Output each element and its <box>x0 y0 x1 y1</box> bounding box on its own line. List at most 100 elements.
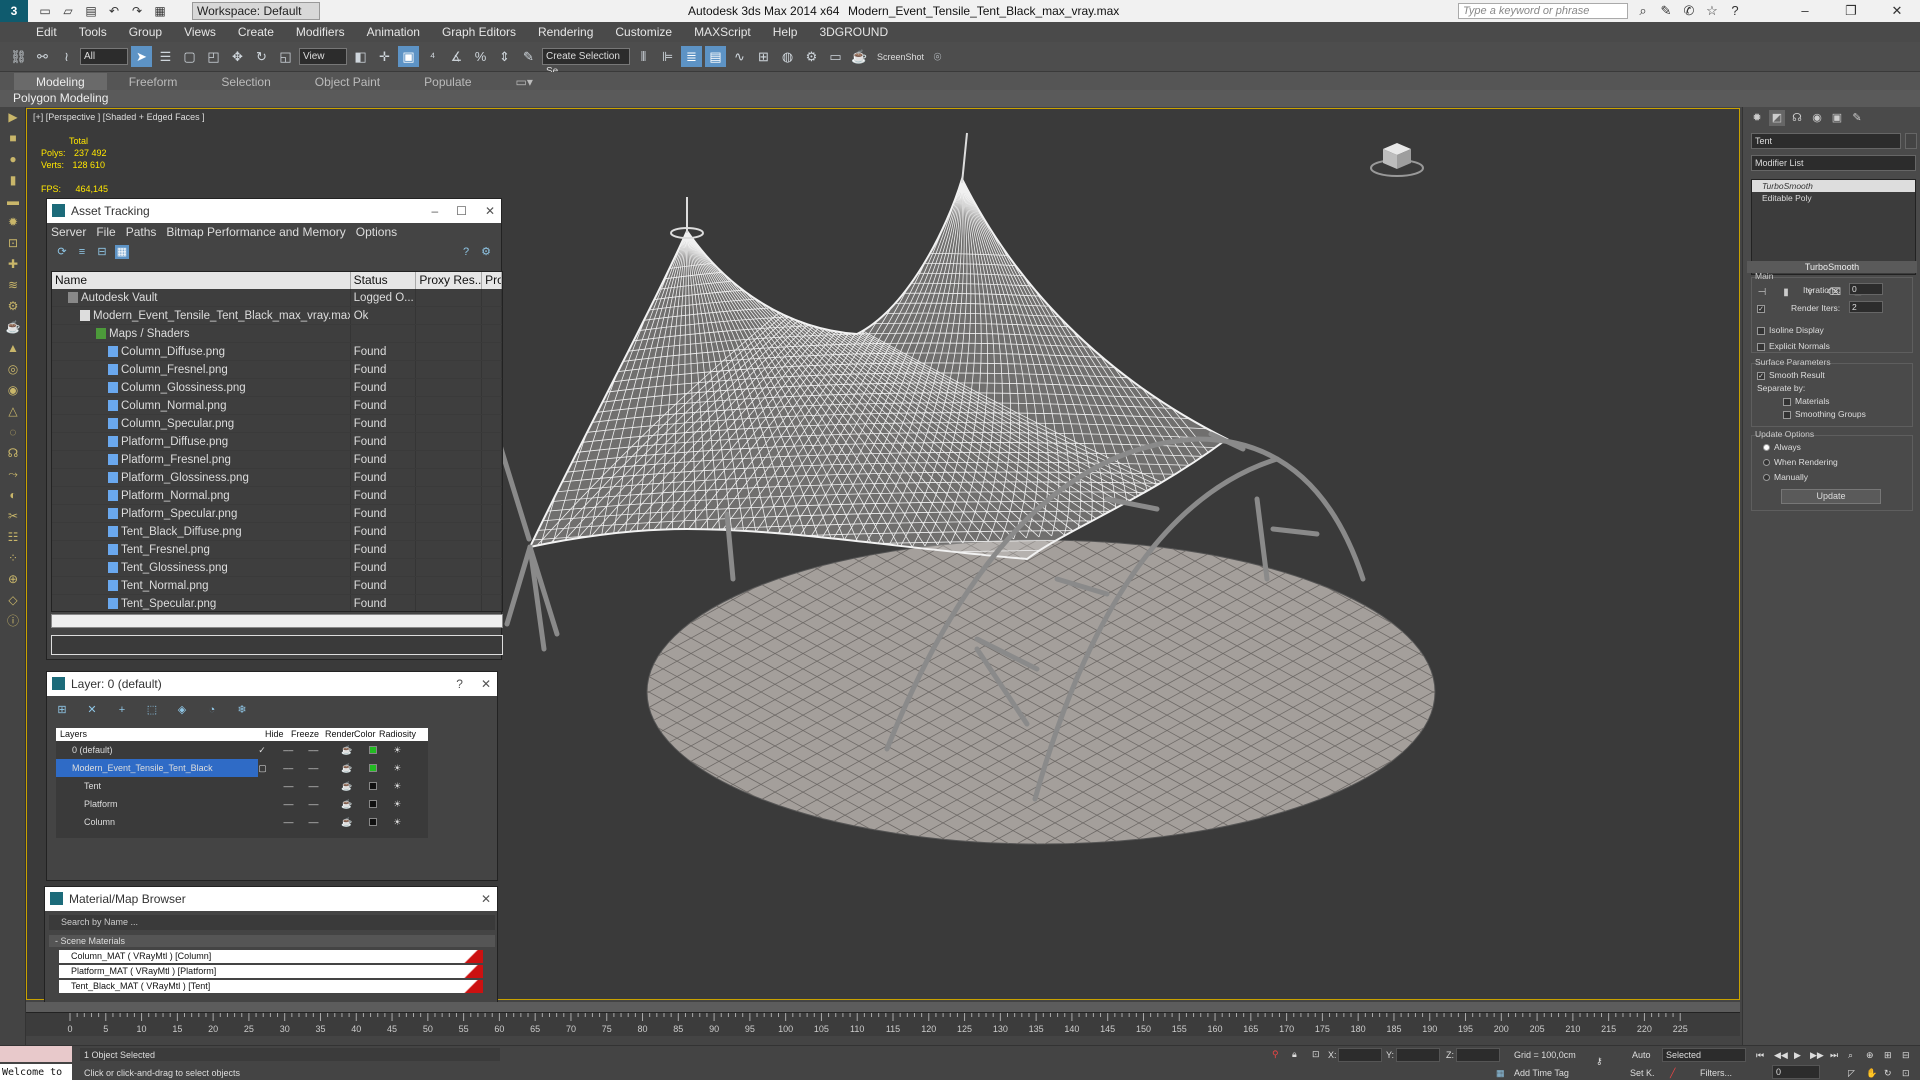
project-folder-icon[interactable]: ▦ <box>151 2 169 20</box>
zoom-extents-icon[interactable]: ⊞ <box>1884 1050 1892 1061</box>
curve-editor-icon[interactable]: ∿ <box>729 46 750 67</box>
bind-space-warp-icon[interactable]: ≀ <box>56 46 77 67</box>
active-layer-check-icon[interactable]: ✓ <box>258 741 283 759</box>
previous-frame-icon[interactable]: ◀◀ <box>1774 1050 1788 1061</box>
helper-icon[interactable]: ✚ <box>0 254 26 275</box>
close-icon[interactable]: ✕ <box>1874 0 1920 22</box>
pan-icon[interactable]: ✋ <box>1866 1068 1877 1079</box>
close-icon[interactable]: ✕ <box>481 887 491 911</box>
asset-row[interactable]: Platform_Specular.png Found <box>52 505 502 523</box>
freeze-toggle-icon[interactable]: –– <box>308 741 341 759</box>
layer-row[interactable]: Column –– –– ☕ ☀ <box>56 813 428 831</box>
asset-row[interactable]: Tent_Black_Diffuse.png Found <box>52 523 502 541</box>
key-filter-dropdown[interactable]: Selected <box>1662 1048 1746 1062</box>
scene-materials-header[interactable]: - Scene Materials <box>49 935 495 947</box>
undo-icon[interactable]: ↶ <box>105 2 123 20</box>
asset-menu-options[interactable]: Options <box>356 223 397 241</box>
zoom-extents-all-icon[interactable]: ⊟ <box>1902 1050 1910 1061</box>
freeze-all-icon[interactable]: ❄ <box>235 703 249 717</box>
render-setup-icon[interactable]: ⚙ <box>801 46 822 67</box>
asset-row[interactable]: Modern_Event_Tensile_Tent_Black_max_vray… <box>52 307 502 325</box>
ribbon-tab-freeform[interactable]: Freeform <box>107 73 200 90</box>
asset-menu-bitmap-performance-and-memory[interactable]: Bitmap Performance and Memory <box>166 223 345 241</box>
close-icon[interactable]: ✕ <box>481 672 491 696</box>
layer-row[interactable]: Tent –– –– ☕ ☀ <box>56 777 428 795</box>
isolate-selection-icon[interactable]: ⚲ <box>1272 1049 1279 1060</box>
spacewarp-icon[interactable]: ≋ <box>0 275 26 296</box>
tube-icon[interactable]: ◉ <box>0 380 26 401</box>
maxscript-listener-pink[interactable] <box>0 1046 72 1062</box>
z-coord-field[interactable] <box>1456 1048 1500 1062</box>
menu-item-create[interactable]: Create <box>238 25 274 39</box>
display-icon[interactable]: ◐ <box>0 485 26 506</box>
select-object-icon[interactable]: ➤ <box>131 46 152 67</box>
rectangular-selection-icon[interactable]: ▢ <box>179 46 200 67</box>
ribbon-tab-object-paint[interactable]: Object Paint <box>293 73 402 90</box>
info-icon[interactable]: ⓘ <box>0 611 26 632</box>
asset-row[interactable]: Column_Specular.png Found <box>52 415 502 433</box>
asset-row[interactable]: Platform_Fresnel.png Found <box>52 451 502 469</box>
align-icon[interactable]: ⊫ <box>657 46 678 67</box>
asset-row[interactable]: Maps / Shaders <box>52 325 502 343</box>
create-layer-icon[interactable]: ⊞ <box>55 703 69 717</box>
radiosity-icon[interactable]: ☀ <box>393 777 428 795</box>
play-icon[interactable]: ▶ <box>0 107 26 128</box>
sphere-icon[interactable]: ● <box>0 149 26 170</box>
named-selection-dropdown[interactable]: Create Selection Se <box>542 48 630 77</box>
torus-icon[interactable]: ◎ <box>0 359 26 380</box>
asset-row[interactable]: Tent_Specular.png Found <box>52 595 502 611</box>
close-icon[interactable]: ✕ <box>485 199 495 223</box>
ribbon-options-icon[interactable]: ▭▾ <box>494 73 555 90</box>
render-toggle-icon[interactable]: ☕ <box>341 795 369 813</box>
radiosity-icon[interactable]: ☀ <box>393 795 428 813</box>
time-tag-icon[interactable]: ▦ <box>1496 1068 1505 1079</box>
asset-tracking-titlebar[interactable]: Asset Tracking – ☐ ✕ <box>47 199 501 223</box>
scene-explorer-icon[interactable]: ☷ <box>0 527 26 548</box>
select-manipulate-icon[interactable]: ✛ <box>374 46 395 67</box>
material-editor-icon[interactable]: ◍ <box>777 46 798 67</box>
viewcube-icon[interactable] <box>1369 135 1425 179</box>
go-to-start-icon[interactable]: ⏮ <box>1756 1050 1764 1061</box>
freeze-toggle-icon[interactable]: –– <box>309 795 342 813</box>
smoothing-groups-checkbox[interactable]: Smoothing Groups <box>1783 409 1866 419</box>
asset-column-header[interactable]: Status <box>351 272 417 289</box>
hide-toggle-icon[interactable]: –– <box>283 759 308 777</box>
x-coord-field[interactable] <box>1338 1048 1382 1062</box>
graphite-toolbar-icon[interactable]: ▤ <box>705 46 726 67</box>
stack-item-turbosmooth[interactable]: TurboSmooth <box>1752 180 1915 192</box>
field-of-view-icon[interactable]: ◸ <box>1848 1068 1855 1079</box>
object-color-swatch[interactable] <box>1905 133 1917 149</box>
go-to-end-icon[interactable]: ⏭ <box>1830 1050 1838 1061</box>
layer-column-header[interactable]: Render <box>325 728 355 741</box>
reference-coordinate-dropdown[interactable]: View <box>299 48 347 65</box>
ribbon-tab-selection[interactable]: Selection <box>199 73 292 90</box>
freeze-toggle-icon[interactable]: –– <box>309 813 342 831</box>
render-toggle-icon[interactable]: ☕ <box>341 777 369 795</box>
list-view-icon[interactable]: ≡ <box>75 245 89 259</box>
cone-icon[interactable]: ▲ <box>0 338 26 359</box>
freeze-toggle-icon[interactable]: –– <box>309 777 342 795</box>
isoline-display-checkbox[interactable]: Isoline Display <box>1757 325 1824 335</box>
material-search-input[interactable]: Search by Name ... <box>49 915 495 930</box>
modifier-list-dropdown[interactable]: Modifier List <box>1751 155 1916 171</box>
tree-view-icon[interactable]: ⊟ <box>95 245 109 259</box>
hide-toggle-icon[interactable]: –– <box>283 795 308 813</box>
motion-tab-icon[interactable]: ◉ <box>1809 110 1825 126</box>
screenshot-camera-icon[interactable]: ⌾ <box>927 46 948 67</box>
layer-column-header[interactable]: Layers <box>56 728 265 741</box>
menu-item-graph-editors[interactable]: Graph Editors <box>442 25 516 39</box>
plane-icon[interactable]: ▬ <box>0 191 26 212</box>
layer-manager-icon[interactable]: ≣ <box>681 46 702 67</box>
maximize-icon[interactable]: ☐ <box>456 199 467 223</box>
favorites-star-icon[interactable]: ☆ <box>1703 2 1721 20</box>
current-frame-field[interactable]: 0 <box>1772 1065 1820 1079</box>
modify-tab-icon[interactable]: ◩ <box>1769 110 1785 126</box>
angle-snap-icon[interactable]: ∡ <box>446 46 467 67</box>
render-iters-spinner[interactable]: 2 <box>1849 301 1883 313</box>
layer-color-swatch[interactable] <box>369 741 393 759</box>
menu-item-edit[interactable]: Edit <box>36 25 57 39</box>
polygon-modeling-panel[interactable]: Polygon Modeling <box>0 90 1920 107</box>
window-crossing-icon[interactable]: ◰ <box>203 46 224 67</box>
auto-key-button[interactable]: Auto <box>1632 1050 1651 1060</box>
scene-material-row[interactable]: Platform_MAT ( VRayMtl ) [Platform] <box>59 965 483 978</box>
